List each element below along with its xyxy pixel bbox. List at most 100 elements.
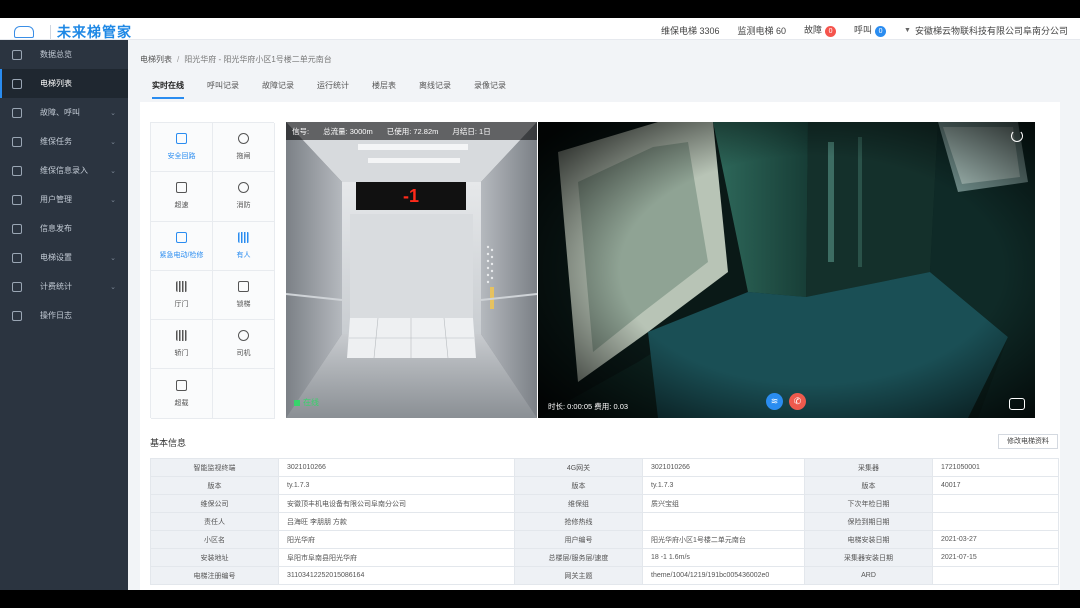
user-icon [12,194,22,205]
settings-icon [12,252,22,263]
chevron-down-icon: ⌄ [110,109,116,117]
chevron-down-icon: ⌄ [110,196,116,204]
table-key: 保险到期日期 [804,512,933,531]
live-video-feed[interactable]: 时长: 0:00:05 费用: 0.03 ≋ ✆ [538,122,1035,418]
breadcrumb-root[interactable]: 电梯列表 [140,55,172,64]
tab-realtime[interactable]: 实时在线 [152,80,184,99]
table-key: 责任人 [150,512,279,531]
function-emergency-inspection[interactable]: 紧急电动/检修 [151,221,213,271]
sidebar-item-label: 数据总览 [40,50,72,59]
sidebar: 数据总览 电梯列表 故障、呼叫 ⌄ 维保任务 ⌄ 维保信息录入 ⌄ 用户管理 ⌄ 信息发… [0,40,128,590]
audio-wave-icon[interactable]: ≋ [766,393,783,410]
sidebar-item-publish[interactable]: 信息发布 [0,214,128,243]
monitor-count[interactable]: 监测电梯 60 [738,24,787,37]
sidebar-item-elevator-settings[interactable]: 电梯设置 ⌄ [0,243,128,272]
table-value: 3021010266 [278,458,515,477]
fault-indicator[interactable]: 故障 0 [804,23,837,37]
sidebar-item-operation-log[interactable]: 操作日志 [0,301,128,330]
snapshot-camera-icon[interactable] [1009,398,1025,410]
function-hall-door[interactable]: 厅门 [151,270,213,321]
sidebar-item-dashboard[interactable]: 数据总览 [0,40,128,69]
sidebar-item-label: 用户管理 [40,195,72,204]
table-value: ty.1.7.3 [278,476,515,495]
content-panel: 安全回路 拖闸 超速 消防 紧急电动/检修 有人 厅门 锁梯 轿门 司机 超载 [140,102,1060,590]
sidebar-item-label: 操作日志 [40,311,72,320]
table-key: 总楼层/服务层/速度 [514,548,643,567]
table-key: 版本 [804,476,933,495]
tab-offline-records[interactable]: 离线记录 [419,80,451,99]
billing-day: 月结日: 1日 [452,126,491,136]
function-safety-circuit[interactable]: 安全回路 [151,123,213,173]
function-car-door[interactable]: 轿门 [151,320,213,370]
sidebar-item-maintenance-entry[interactable]: 维保信息录入 ⌄ [0,156,128,185]
table-row: 安装地址 阜阳市阜南县阳光华府 总楼层/服务层/速度 18 -1 1.6m/s 采集… [150,548,1059,567]
tab-video-records[interactable]: 录像记录 [474,80,506,99]
fire-icon [238,182,249,194]
online-dot-icon [294,399,300,406]
used-flow: 已使用: 72.82m [386,126,439,136]
tab-floor-table[interactable]: 楼层表 [372,80,396,99]
table-value: 18 -1 1.6m/s [642,548,805,567]
inspection-icon [176,231,187,243]
maintenance-count[interactable]: 维保电梯 3306 [661,24,720,37]
table-value: 2021-03-27 [932,530,1059,549]
elevator-car-view: 信号: 总流量: 3000m 已使用: 72.82m 月结日: 1日 -1 在线 [286,122,537,418]
refresh-icon[interactable] [1011,130,1023,142]
function-overload[interactable]: 超载 [151,369,213,419]
table-key: 维保公司 [150,494,279,513]
function-occupied[interactable]: 有人 [213,221,275,271]
fault-badge: 0 [825,26,837,37]
table-value: 3021010266 [642,458,805,477]
function-lock[interactable]: 锁梯 [213,270,275,321]
function-brake[interactable]: 拖闸 [213,123,275,173]
sidebar-item-elevator-list[interactable]: 电梯列表 [0,69,128,98]
camera-info-overlay: 信号: 总流量: 3000m 已使用: 72.82m 月结日: 1日 [286,122,537,140]
dashboard-icon [12,49,22,60]
table-key: 电梯注册编号 [150,566,279,585]
breadcrumb: 电梯列表 / 阳光华府 - 阳光华府小区1号楼二单元南台 [140,54,332,65]
sidebar-item-label: 电梯列表 [40,79,72,88]
logo[interactable]: 未来梯管家 [14,22,132,42]
header-stats: 维保电梯 3306 监测电梯 60 故障 0 呼叫 0 ▼ 安徽梯云物联科技有限公司阜… [661,23,1068,37]
sidebar-item-users[interactable]: 用户管理 ⌄ [0,185,128,214]
top-bar: 未来梯管家 维保电梯 3306 监测电梯 60 故障 0 呼叫 0 ▼ 安徽梯云物联科… [0,18,1080,40]
table-value: 阳光华府小区1号楼二单元南台 [642,530,805,549]
company-selector[interactable]: ▼ 安徽梯云物联科技有限公司阜南分公司 [904,24,1068,37]
table-value: 2021-07-15 [932,548,1059,567]
elevator-interior-image [286,122,537,418]
table-key: 电梯安装日期 [804,530,933,549]
function-label: 锁梯 [236,301,251,309]
table-key: 采集器 [804,458,933,477]
floor-display: -1 [356,182,466,210]
sidebar-item-billing[interactable]: 计费统计 ⌄ [0,272,128,301]
table-value [642,512,805,531]
chevron-down-icon: ⌄ [110,138,116,146]
table-key: 用户编号 [514,530,643,549]
table-key: ARD [804,566,933,585]
online-status: 在线 [294,397,319,408]
chevron-down-icon: ⌄ [110,283,116,291]
function-label: 司机 [236,350,251,358]
sidebar-item-faults[interactable]: 故障、呼叫 ⌄ [0,98,128,127]
function-label: 超速 [174,202,189,210]
function-overspeed[interactable]: 超速 [151,172,213,222]
tab-call-records[interactable]: 呼叫记录 [207,80,239,99]
sidebar-item-maintenance-tasks[interactable]: 维保任务 ⌄ [0,127,128,156]
tab-run-stats[interactable]: 运行统计 [317,80,349,99]
main-content: 电梯列表 / 阳光华府 - 阳光华府小区1号楼二单元南台 实时在线 呼叫记录 故障记… [128,40,1080,590]
function-fire[interactable]: 消防 [213,172,275,222]
function-driver[interactable]: 司机 [213,320,275,370]
function-label: 紧急电动/检修 [159,251,204,259]
hangup-phone-icon[interactable]: ✆ [789,393,806,410]
call-indicator[interactable]: 呼叫 0 [854,23,887,37]
call-stats: 时长: 0:00:05 费用: 0.03 [548,402,629,411]
table-key: 智能监视终端 [150,458,279,477]
logo-divider [50,25,51,39]
table-value: 31103412252015086164 [278,566,515,585]
function-label: 轿门 [174,350,189,358]
edit-elevator-button[interactable]: 修改电梯资料 [998,434,1058,449]
lock-icon [238,281,249,293]
table-value: 阳光华府 [278,530,515,549]
tab-fault-records[interactable]: 故障记录 [262,80,294,99]
basic-info-table: 智能监视终端 3021010266 4G网关 3021010266 采集器 17210… [150,458,1059,585]
